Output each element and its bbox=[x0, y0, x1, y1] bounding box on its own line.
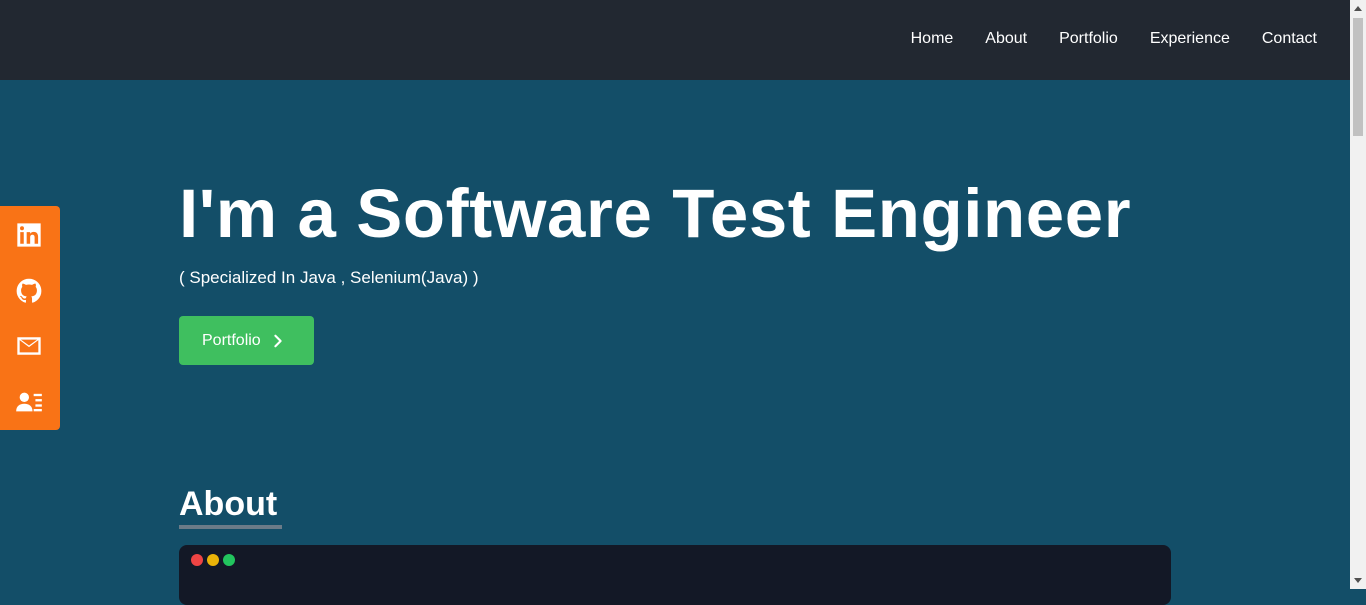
contact-card-link[interactable] bbox=[14, 387, 44, 417]
hero-section: I'm a Software Test Engineer bbox=[179, 175, 1131, 253]
mail-icon bbox=[17, 337, 41, 355]
contact-card-icon bbox=[16, 392, 42, 412]
terminal-close-dot bbox=[191, 554, 203, 566]
terminal-maximize-dot bbox=[223, 554, 235, 566]
nav-home-link[interactable]: Home bbox=[911, 30, 954, 48]
scroll-down-arrow-icon[interactable] bbox=[1354, 578, 1362, 583]
nav-portfolio-link[interactable]: Portfolio bbox=[1059, 30, 1118, 48]
page-scrollbar[interactable] bbox=[1350, 0, 1366, 589]
github-icon bbox=[16, 278, 42, 303]
linkedin-link[interactable] bbox=[14, 220, 44, 250]
scroll-thumb[interactable] bbox=[1353, 18, 1363, 136]
nav-about-link[interactable]: About bbox=[985, 30, 1027, 48]
portfolio-button-label: Portfolio bbox=[202, 331, 261, 349]
nav-links: Home About Portfolio Experience Contact bbox=[911, 30, 1317, 48]
terminal-window bbox=[179, 545, 1171, 605]
linkedin-icon bbox=[17, 223, 41, 247]
terminal-minimize-dot bbox=[207, 554, 219, 566]
top-navbar: Home About Portfolio Experience Contact bbox=[0, 0, 1350, 80]
hero-title: I'm a Software Test Engineer bbox=[179, 175, 1132, 252]
nav-experience-link[interactable]: Experience bbox=[1150, 30, 1230, 48]
about-heading: About bbox=[179, 485, 278, 523]
nav-contact-link[interactable]: Contact bbox=[1262, 30, 1317, 48]
github-link[interactable] bbox=[14, 276, 44, 306]
hero-subtitle: ( Specialized In Java , Selenium(Java) ) bbox=[179, 268, 479, 287]
scroll-up-arrow-icon[interactable] bbox=[1354, 6, 1362, 11]
social-sidebar bbox=[0, 206, 60, 430]
about-underline bbox=[179, 525, 282, 529]
portfolio-button[interactable]: Portfolio bbox=[179, 316, 314, 365]
email-link[interactable] bbox=[14, 331, 44, 361]
chevron-right-icon bbox=[274, 334, 282, 347]
